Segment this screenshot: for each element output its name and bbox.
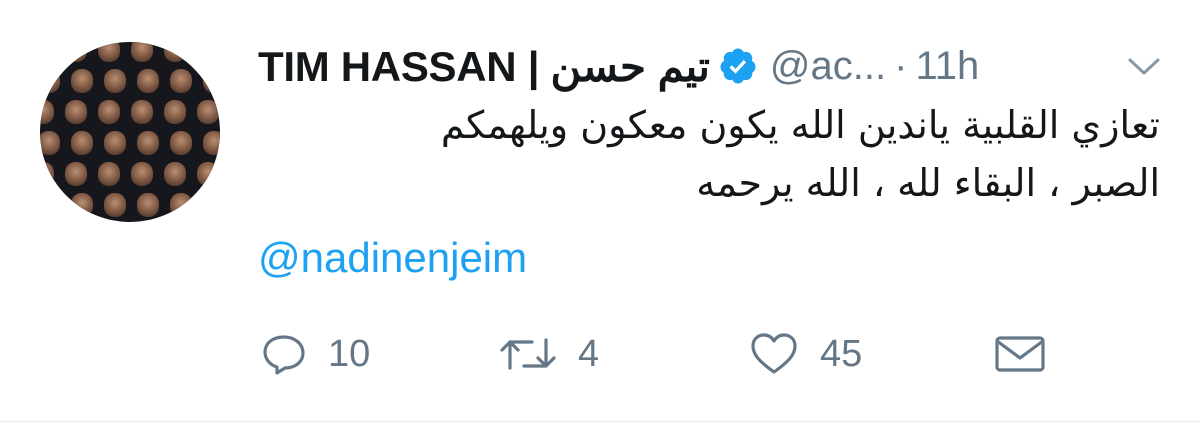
avatar-collage-face [131, 162, 153, 186]
avatar-collage-face [137, 131, 159, 155]
tweet-text-line-2: الصبر ، البقاء لله ، الله يرحمه [696, 161, 1160, 205]
chevron-down-icon[interactable] [1126, 55, 1162, 79]
avatar-collage-face [137, 69, 159, 93]
direct-message-button[interactable] [993, 322, 1047, 386]
avatar-collage-face [40, 162, 54, 186]
like-button[interactable]: 45 [748, 322, 862, 386]
avatar-collage-face [98, 100, 120, 124]
tweet-text-line-1: تعازي القلبية ياندين الله يكون معكون ويل… [440, 103, 1160, 147]
tweet-actions: 10 4 45 [258, 322, 1158, 386]
avatar-collage-face [203, 69, 220, 93]
avatar-collage-face [65, 162, 87, 186]
avatar-collage-face [65, 100, 87, 124]
avatar-collage-face [40, 193, 60, 217]
avatar-collage-face [40, 69, 60, 93]
avatar-collage-face [170, 131, 192, 155]
retweet-button[interactable]: 4 [498, 322, 599, 386]
tweet-header: TIM HASSAN | تيم حسن @ac... · 11h [258, 40, 979, 92]
tweet-time[interactable]: 11h [915, 44, 979, 89]
meta-separator: · [894, 43, 908, 88]
avatar-collage-face [131, 42, 153, 62]
avatar-collage-face [104, 193, 126, 217]
like-count: 45 [820, 332, 863, 375]
avatar-collage-face [65, 42, 87, 62]
avatar-collage-face [137, 193, 159, 217]
avatar-collage-face [203, 193, 220, 217]
avatar-collage-face [71, 193, 93, 217]
avatar-collage-face [170, 69, 192, 93]
envelope-icon [995, 336, 1045, 372]
retweet-count: 4 [578, 332, 600, 375]
avatar-collage-face [197, 162, 219, 186]
avatar-collage-face [104, 131, 126, 155]
mention-link[interactable]: @nadinenjeim [258, 234, 527, 282]
avatar-collage-face [164, 162, 186, 186]
avatar-collage-face [170, 193, 192, 217]
reply-count: 10 [328, 332, 371, 375]
avatar-collage-face [203, 131, 220, 155]
verified-badge-icon [720, 48, 756, 84]
avatar-collage-face [98, 42, 120, 62]
avatar-collage-face [131, 100, 153, 124]
avatar-collage-face [40, 100, 54, 124]
avatar-collage-face [40, 131, 60, 155]
reply-icon [263, 335, 305, 375]
tweet-card[interactable]: TIM HASSAN | تيم حسن @ac... · 11h تعازي … [0, 0, 1200, 427]
reply-button[interactable]: 10 [260, 322, 370, 386]
avatar-collage-face [104, 69, 126, 93]
tweet-text: تعازي القلبية ياندين الله يكون معكون ويل… [250, 96, 1160, 212]
avatar-collage-face [164, 42, 186, 62]
author-handle[interactable]: @ac... [770, 44, 886, 89]
avatar-collage-face [71, 131, 93, 155]
heart-icon [751, 333, 797, 374]
retweet-icon [500, 338, 556, 370]
avatar-collage-face [71, 69, 93, 93]
avatar-collage-face [40, 42, 54, 62]
avatar[interactable] [40, 42, 220, 222]
avatar-collage-face [164, 100, 186, 124]
divider [0, 421, 1200, 422]
avatar-collage-face [98, 162, 120, 186]
avatar-collage-face [197, 100, 219, 124]
avatar-collage-face [197, 42, 219, 62]
author-name[interactable]: TIM HASSAN | تيم حسن [258, 42, 710, 91]
